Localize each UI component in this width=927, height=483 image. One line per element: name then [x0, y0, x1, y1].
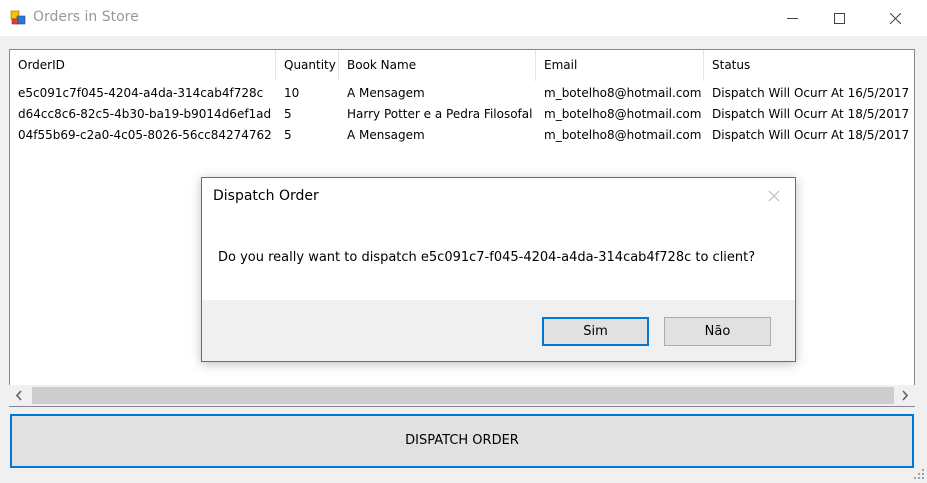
cell-quantity: 10: [284, 86, 300, 100]
cell-email: m_botelho8@hotmail.com: [544, 107, 702, 121]
yes-button[interactable]: Sim: [542, 317, 649, 346]
cell-email: m_botelho8@hotmail.com: [544, 86, 702, 100]
minimize-button[interactable]: [769, 0, 815, 36]
close-icon: [890, 13, 901, 24]
scroll-right-button[interactable]: [894, 385, 915, 406]
cell-email: m_botelho8@hotmail.com: [544, 128, 702, 142]
column-header-quantity[interactable]: Quantity: [276, 50, 339, 81]
maximize-button[interactable]: [816, 0, 862, 36]
dialog-button-area: Sim Não: [202, 300, 795, 361]
cell-status: Dispatch Will Ocurr At 18/5/2017: [712, 128, 910, 142]
cell-book-name: A Mensagem: [347, 128, 425, 142]
list-header: OrderID Quantity Book Name Email Status: [10, 50, 914, 81]
table-row[interactable]: e5c091c7f045-4204-a4da-314cab4f728c 10 A…: [10, 83, 914, 104]
cell-status: Dispatch Will Ocurr At 16/5/2017: [712, 86, 910, 100]
scroll-right-icon: [902, 390, 909, 401]
cell-book-name: A Mensagem: [347, 86, 425, 100]
cell-orderid: 04f55b69-c2a0-4c05-8026-56cc84274762: [18, 128, 272, 142]
cell-orderid: d64cc8c6-82c5-4b30-ba19-b9014d6ef1ad: [18, 107, 272, 121]
main-window: Orders in Store OrderID Quantity Book Na…: [0, 0, 927, 482]
horizontal-scrollbar[interactable]: [9, 385, 915, 406]
cell-book-name: Harry Potter e a Pedra Filosofal: [347, 107, 533, 121]
resize-grip-icon[interactable]: [913, 468, 925, 480]
column-header-orderid[interactable]: OrderID: [10, 50, 276, 81]
column-header-status[interactable]: Status: [704, 50, 914, 81]
cell-orderid: e5c091c7f045-4204-a4da-314cab4f728c: [18, 86, 264, 100]
title-bar[interactable]: Orders in Store: [0, 0, 927, 36]
cell-status: Dispatch Will Ocurr At 18/5/2017: [712, 107, 910, 121]
maximize-icon: [834, 13, 845, 24]
dialog-title: Dispatch Order: [213, 188, 319, 204]
dispatch-order-button[interactable]: DISPATCH ORDER: [10, 414, 914, 468]
close-button[interactable]: [872, 0, 918, 36]
cell-quantity: 5: [284, 107, 292, 121]
dispatch-order-dialog: Dispatch Order Do you really want to dis…: [201, 177, 796, 362]
scrollbar-thumb[interactable]: [32, 387, 894, 404]
table-row[interactable]: d64cc8c6-82c5-4b30-ba19-b9014d6ef1ad 5 H…: [10, 104, 914, 125]
app-icon: [10, 10, 26, 26]
scroll-left-button[interactable]: [9, 385, 30, 406]
column-header-email[interactable]: Email: [536, 50, 704, 81]
column-header-book-name[interactable]: Book Name: [339, 50, 536, 81]
minimize-icon: [787, 18, 798, 19]
dialog-close-button[interactable]: [765, 187, 783, 205]
table-row[interactable]: 04f55b69-c2a0-4c05-8026-56cc84274762 5 A…: [10, 125, 914, 146]
no-button[interactable]: Não: [664, 317, 771, 346]
dialog-close-icon: [768, 190, 780, 202]
dialog-message: Do you really want to dispatch e5c091c7-…: [218, 250, 756, 265]
cell-quantity: 5: [284, 128, 292, 142]
window-title: Orders in Store: [33, 9, 139, 25]
scroll-left-icon: [15, 390, 22, 401]
